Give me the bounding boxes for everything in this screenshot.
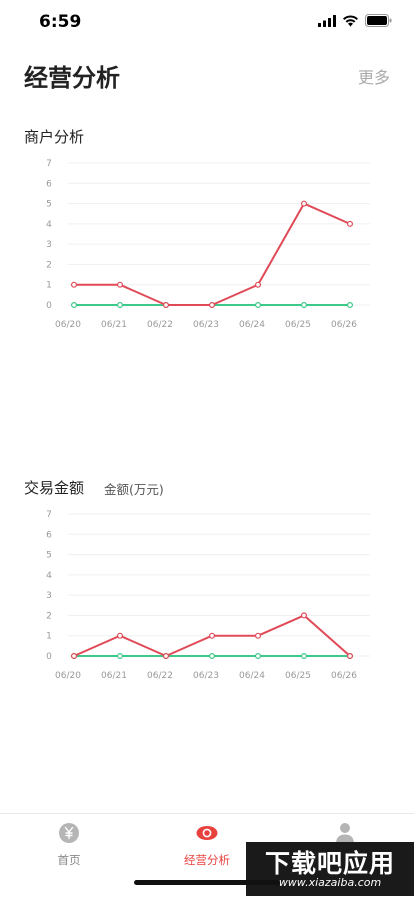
status-bar: 6:59 <box>0 0 414 44</box>
trade-chart-data-point <box>116 653 123 660</box>
merchant-chart-data-point <box>70 302 77 309</box>
merchant-chart-x-tick-label: 06/24 <box>239 320 265 330</box>
merchant-chart-data-point <box>209 302 216 309</box>
yen-coin-icon <box>59 823 79 843</box>
merchant-chart-y-tick-label: 2 <box>46 260 52 270</box>
merchant-chart-y-tick-label: 0 <box>46 301 52 311</box>
nav-header: 经营分析 更多 <box>0 44 414 114</box>
trade-chart-x-tick-label: 06/26 <box>331 671 357 681</box>
merchant-chart-data-point <box>301 302 308 309</box>
merchant-chart-x-tick-label: 06/25 <box>285 320 311 330</box>
more-button[interactable]: 更多 <box>358 64 390 88</box>
merchant-chart-x-tick-label: 06/26 <box>331 320 357 330</box>
merchant-chart-data-point <box>163 302 170 309</box>
status-icons <box>318 14 392 27</box>
trade-chart-x-tick-label: 06/23 <box>193 671 219 681</box>
trade-chart-data-point <box>209 653 216 660</box>
trade-chart-data-point <box>301 612 308 619</box>
trade-chart-data-point <box>116 632 123 639</box>
merchant-chart-data-point <box>116 281 123 288</box>
trade-chart-y-tick-label: 1 <box>46 632 52 642</box>
wifi-icon <box>343 14 358 26</box>
page-title: 经营分析 <box>24 64 120 92</box>
trade-section-title: 交易金额 <box>24 479 85 497</box>
trade-chart-data-point <box>209 632 216 639</box>
trade-chart-y-tick-label: 2 <box>46 611 52 621</box>
trade-chart-x-tick-label: 06/24 <box>239 671 265 681</box>
merchant-chart-y-tick-label: 6 <box>46 179 52 189</box>
trade-chart-y-tick-label: 5 <box>46 551 52 561</box>
merchant-chart-data-point <box>347 220 354 227</box>
merchant-chart-y-tick-label: 4 <box>46 220 52 230</box>
merchant-chart-data-point <box>116 302 123 309</box>
trade-unit-label: 金额(万元) <box>104 482 164 497</box>
merchant-chart: 0 1 2 3 4 5 6 7 06/20 06/21 06/22 06/23 06/24 06/25 06… <box>46 159 370 330</box>
tab-home[interactable]: 首页 <box>0 822 138 868</box>
trade-chart-data-point <box>301 653 308 660</box>
merchant-chart-data-point <box>255 281 262 288</box>
trade-chart-x-tick-label: 06/20 <box>55 671 81 681</box>
merchant-chart-x-tick-label: 06/22 <box>147 320 173 330</box>
merchant-chart-x-tick-label: 06/23 <box>193 320 219 330</box>
trade-chart: 0 1 2 3 4 5 6 7 06/20 06/21 06/22 06/23 06/24 06/25 06… <box>46 510 370 681</box>
tab-home-label: 首页 <box>57 853 81 867</box>
merchant-chart-y-tick-label: 3 <box>46 240 52 250</box>
merchant-chart-series-line <box>74 202 351 306</box>
merchant-chart-data-point <box>70 281 77 288</box>
person-icon <box>336 823 354 844</box>
merchant-chart-y-tick-label: 7 <box>46 159 52 169</box>
trade-chart-x-tick-label: 06/22 <box>147 671 173 681</box>
trade-chart-y-tick-label: 3 <box>46 591 52 601</box>
eye-icon <box>196 826 218 840</box>
merchant-chart-y-tick-label: 1 <box>46 281 52 291</box>
cellular-signal-icon <box>318 14 336 27</box>
merchant-chart-x-tick-label: 06/20 <box>55 320 81 330</box>
trade-chart-x-tick-label: 06/25 <box>285 671 311 681</box>
trade-chart-data-point <box>163 653 170 660</box>
trade-chart-y-tick-label: 0 <box>46 652 52 662</box>
trade-chart-data-point <box>255 653 262 660</box>
watermark-main: 下载吧应用 <box>264 849 395 878</box>
merchant-chart-x-tick-label: 06/21 <box>101 320 127 330</box>
trade-chart-y-tick-label: 4 <box>46 571 52 581</box>
trade-chart-y-tick-label: 7 <box>46 510 52 520</box>
merchant-chart-y-tick-label: 5 <box>46 200 52 210</box>
merchant-chart-data-point <box>255 302 262 309</box>
watermark: 下载吧应用 www.xiazaiba.com <box>246 842 414 896</box>
merchant-section-title: 商户分析 <box>24 128 85 146</box>
trade-chart-x-tick-label: 06/21 <box>101 671 127 681</box>
merchant-chart-data-point <box>347 302 354 309</box>
merchant-chart-data-point <box>301 200 308 207</box>
trade-chart-data-point <box>347 653 354 660</box>
status-time: 6:59 <box>39 12 82 32</box>
home-indicator <box>134 880 280 885</box>
trade-chart-data-point <box>70 653 77 660</box>
battery-icon <box>365 14 392 27</box>
trade-chart-data-point <box>255 632 262 639</box>
trade-chart-y-tick-label: 6 <box>46 530 52 540</box>
